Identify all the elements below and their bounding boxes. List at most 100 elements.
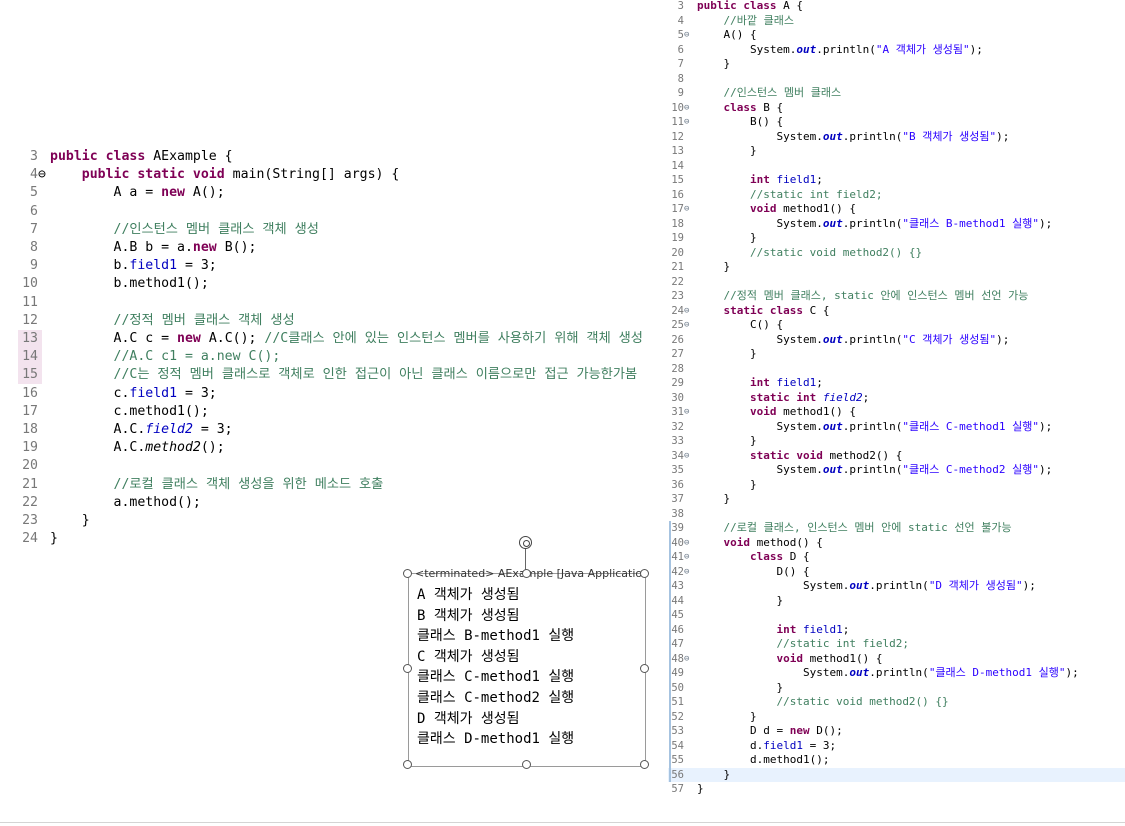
fold-toggle-icon[interactable]: ⊖ <box>684 115 697 130</box>
code-line[interactable]: 41⊖ class D { <box>668 550 1125 565</box>
code-line[interactable]: 34⊖ static void method2() { <box>668 449 1125 464</box>
code-line[interactable]: 18 System.out.println("클래스 B-method1 실행"… <box>668 217 1125 232</box>
code-line[interactable]: 6 System.out.println("A 객체가 생성됨"); <box>668 43 1125 58</box>
code-line[interactable]: 11⊖ B() { <box>668 115 1125 130</box>
resize-handle-left[interactable] <box>403 664 412 673</box>
fold-toggle-icon[interactable]: ⊖ <box>684 318 697 333</box>
code-line[interactable]: 14 //A.C c1 = a.new C(); <box>18 348 280 366</box>
code-line[interactable]: 5 A a = new A(); <box>18 184 225 202</box>
code-line[interactable]: 26 System.out.println("C 객체가 생성됨"); <box>668 333 1125 348</box>
code-line[interactable]: 47 //static int field2; <box>668 637 1125 652</box>
code-line[interactable]: 16 //static int field2; <box>668 188 1125 203</box>
code-line[interactable]: 53 D d = new D(); <box>668 724 1125 739</box>
resize-handle-right[interactable] <box>640 664 649 673</box>
code-line[interactable]: 36 } <box>668 478 1125 493</box>
code-line[interactable]: 49 System.out.println("클래스 D-method1 실행"… <box>668 666 1125 681</box>
code-line[interactable]: 40⊖ void method() { <box>668 536 1125 551</box>
fold-toggle-icon[interactable]: ⊖ <box>684 405 697 420</box>
code-line[interactable]: 17⊖ void method1() { <box>668 202 1125 217</box>
code-line[interactable]: 48⊖ void method1() { <box>668 652 1125 667</box>
code-line[interactable]: 42⊖ D() { <box>668 565 1125 580</box>
code-line[interactable]: 11 <box>18 294 50 312</box>
code-line[interactable]: 33 } <box>668 434 1125 449</box>
code-line[interactable]: 7 //인스턴스 멤버 클래스 객체 생성 <box>18 221 319 239</box>
code-line[interactable]: 21 //로컬 클래스 객체 생성을 위한 메소드 호출 <box>18 476 383 494</box>
code-line[interactable]: 15 int field1; <box>668 173 1125 188</box>
code-line[interactable]: 10 b.method1(); <box>18 275 209 293</box>
code-line[interactable]: 16 c.field1 = 3; <box>18 385 217 403</box>
code-line[interactable]: 30 static int field2; <box>668 391 1125 406</box>
code-line[interactable]: 32 System.out.println("클래스 C-method1 실행"… <box>668 420 1125 435</box>
resize-handle-bottom-right[interactable] <box>640 760 649 769</box>
code-line[interactable]: 9 //인스턴스 멤버 클래스 <box>668 86 1125 101</box>
resize-handle-top-left[interactable] <box>403 569 412 578</box>
code-line[interactable]: 7 } <box>668 57 1125 72</box>
code-line[interactable]: 50 } <box>668 681 1125 696</box>
code-line[interactable]: 23 } <box>18 512 90 530</box>
console-output-image[interactable]: <terminated> AExample [Java Application]… <box>408 567 646 767</box>
rotate-handle-icon[interactable] <box>519 536 532 549</box>
fold-toggle-icon[interactable]: ⊖ <box>684 565 697 580</box>
code-line[interactable]: 12 //정적 멤버 클래스 객체 생성 <box>18 312 295 330</box>
code-line[interactable]: 46 int field1; <box>668 623 1125 638</box>
code-line[interactable]: 56 } <box>668 767 1125 782</box>
code-line[interactable]: 25⊖ C() { <box>668 318 1125 333</box>
code-line[interactable]: 37 } <box>668 492 1125 507</box>
code-line[interactable]: 27 } <box>668 347 1125 362</box>
code-line[interactable]: 28 <box>668 362 1125 377</box>
fold-toggle-icon[interactable]: ⊖ <box>684 28 697 43</box>
code-line[interactable]: 51 //static void method2() {} <box>668 695 1125 710</box>
code-line[interactable]: 14 <box>668 159 1125 174</box>
code-line[interactable]: 4 //바깥 클래스 <box>668 14 1125 29</box>
fold-toggle-icon[interactable]: ⊖ <box>684 304 697 319</box>
code-line[interactable]: 38 <box>668 507 1125 522</box>
code-line[interactable]: 22 <box>668 275 1125 290</box>
code-line[interactable]: 21 } <box>668 260 1125 275</box>
code-line[interactable]: 20 //static void method2() {} <box>668 246 1125 261</box>
code-line[interactable]: 4⊖ public static void main(String[] args… <box>18 166 399 184</box>
code-line[interactable]: 19 } <box>668 231 1125 246</box>
code-line[interactable]: 6 <box>18 203 50 221</box>
code-line[interactable]: 31⊖ void method1() { <box>668 405 1125 420</box>
fold-toggle-icon[interactable]: ⊖ <box>684 536 697 551</box>
code-line[interactable]: 18 A.C.field2 = 3; <box>18 421 233 439</box>
code-line[interactable]: 43 System.out.println("D 객체가 생성됨"); <box>668 579 1125 594</box>
fold-toggle-icon[interactable]: ⊖ <box>684 652 697 667</box>
left-code-editor[interactable]: 3 public class AExample {4⊖ public static… <box>18 148 668 558</box>
resize-handle-top[interactable] <box>522 569 531 578</box>
resize-handle-bottom[interactable] <box>522 760 531 769</box>
code-line[interactable]: 17 c.method1(); <box>18 403 209 421</box>
code-line[interactable]: 52 } <box>668 710 1125 725</box>
code-line[interactable]: 23 //정적 멤버 클래스, static 안에 인스턴스 멤버 선언 가능 <box>668 289 1125 304</box>
code-line[interactable]: 55 d.method1(); <box>668 753 1125 768</box>
code-line[interactable]: 29 int field1; <box>668 376 1125 391</box>
code-line[interactable]: 8 A.B b = a.new B(); <box>18 239 256 257</box>
code-line[interactable]: 24⊖ static class C { <box>668 304 1125 319</box>
code-line[interactable]: 8 <box>668 72 1125 87</box>
fold-toggle-icon[interactable]: ⊖ <box>684 449 697 464</box>
code-line[interactable]: 45 <box>668 608 1125 623</box>
resize-handle-bottom-left[interactable] <box>403 760 412 769</box>
code-line[interactable]: 19 A.C.method2(); <box>18 439 225 457</box>
code-line[interactable]: 5⊖ A() { <box>668 28 1125 43</box>
code-line[interactable]: 13 A.C c = new A.C(); //C클래스 안에 있는 인스턴스 … <box>18 330 643 348</box>
fold-toggle-icon[interactable]: ⊖ <box>38 166 50 184</box>
code-line[interactable]: 20 <box>18 457 50 475</box>
code-line[interactable]: 13 } <box>668 144 1125 159</box>
code-line[interactable]: 22 a.method(); <box>18 494 201 512</box>
code-line[interactable]: 24} <box>18 530 58 548</box>
code-line[interactable]: 57} <box>668 782 1125 797</box>
right-code-editor[interactable]: 3 public class A {4 //바깥 클래스 5⊖ A() {6 Sys… <box>668 0 1125 826</box>
fold-toggle-icon[interactable]: ⊖ <box>684 202 697 217</box>
resize-handle-top-right[interactable] <box>640 569 649 578</box>
code-line[interactable]: 10⊖ class B { <box>668 101 1125 116</box>
fold-toggle-icon[interactable]: ⊖ <box>684 101 697 116</box>
code-line[interactable]: 54 d.field1 = 3; <box>668 739 1125 754</box>
code-line[interactable]: 3 public class AExample { <box>18 148 233 166</box>
code-line[interactable]: 35 System.out.println("클래스 C-method2 실행"… <box>668 463 1125 478</box>
code-line[interactable]: 39 //로컬 클래스, 인스턴스 멤버 안에 static 선언 불가능 <box>668 521 1125 536</box>
code-line[interactable]: 12 System.out.println("B 객체가 생성됨"); <box>668 130 1125 145</box>
code-line[interactable]: 15 //C는 정적 멤버 클래스로 객체로 인한 접근이 아닌 클래스 이름으… <box>18 366 637 384</box>
code-line[interactable]: 3 public class A { <box>668 0 1125 14</box>
fold-toggle-icon[interactable]: ⊖ <box>684 550 697 565</box>
